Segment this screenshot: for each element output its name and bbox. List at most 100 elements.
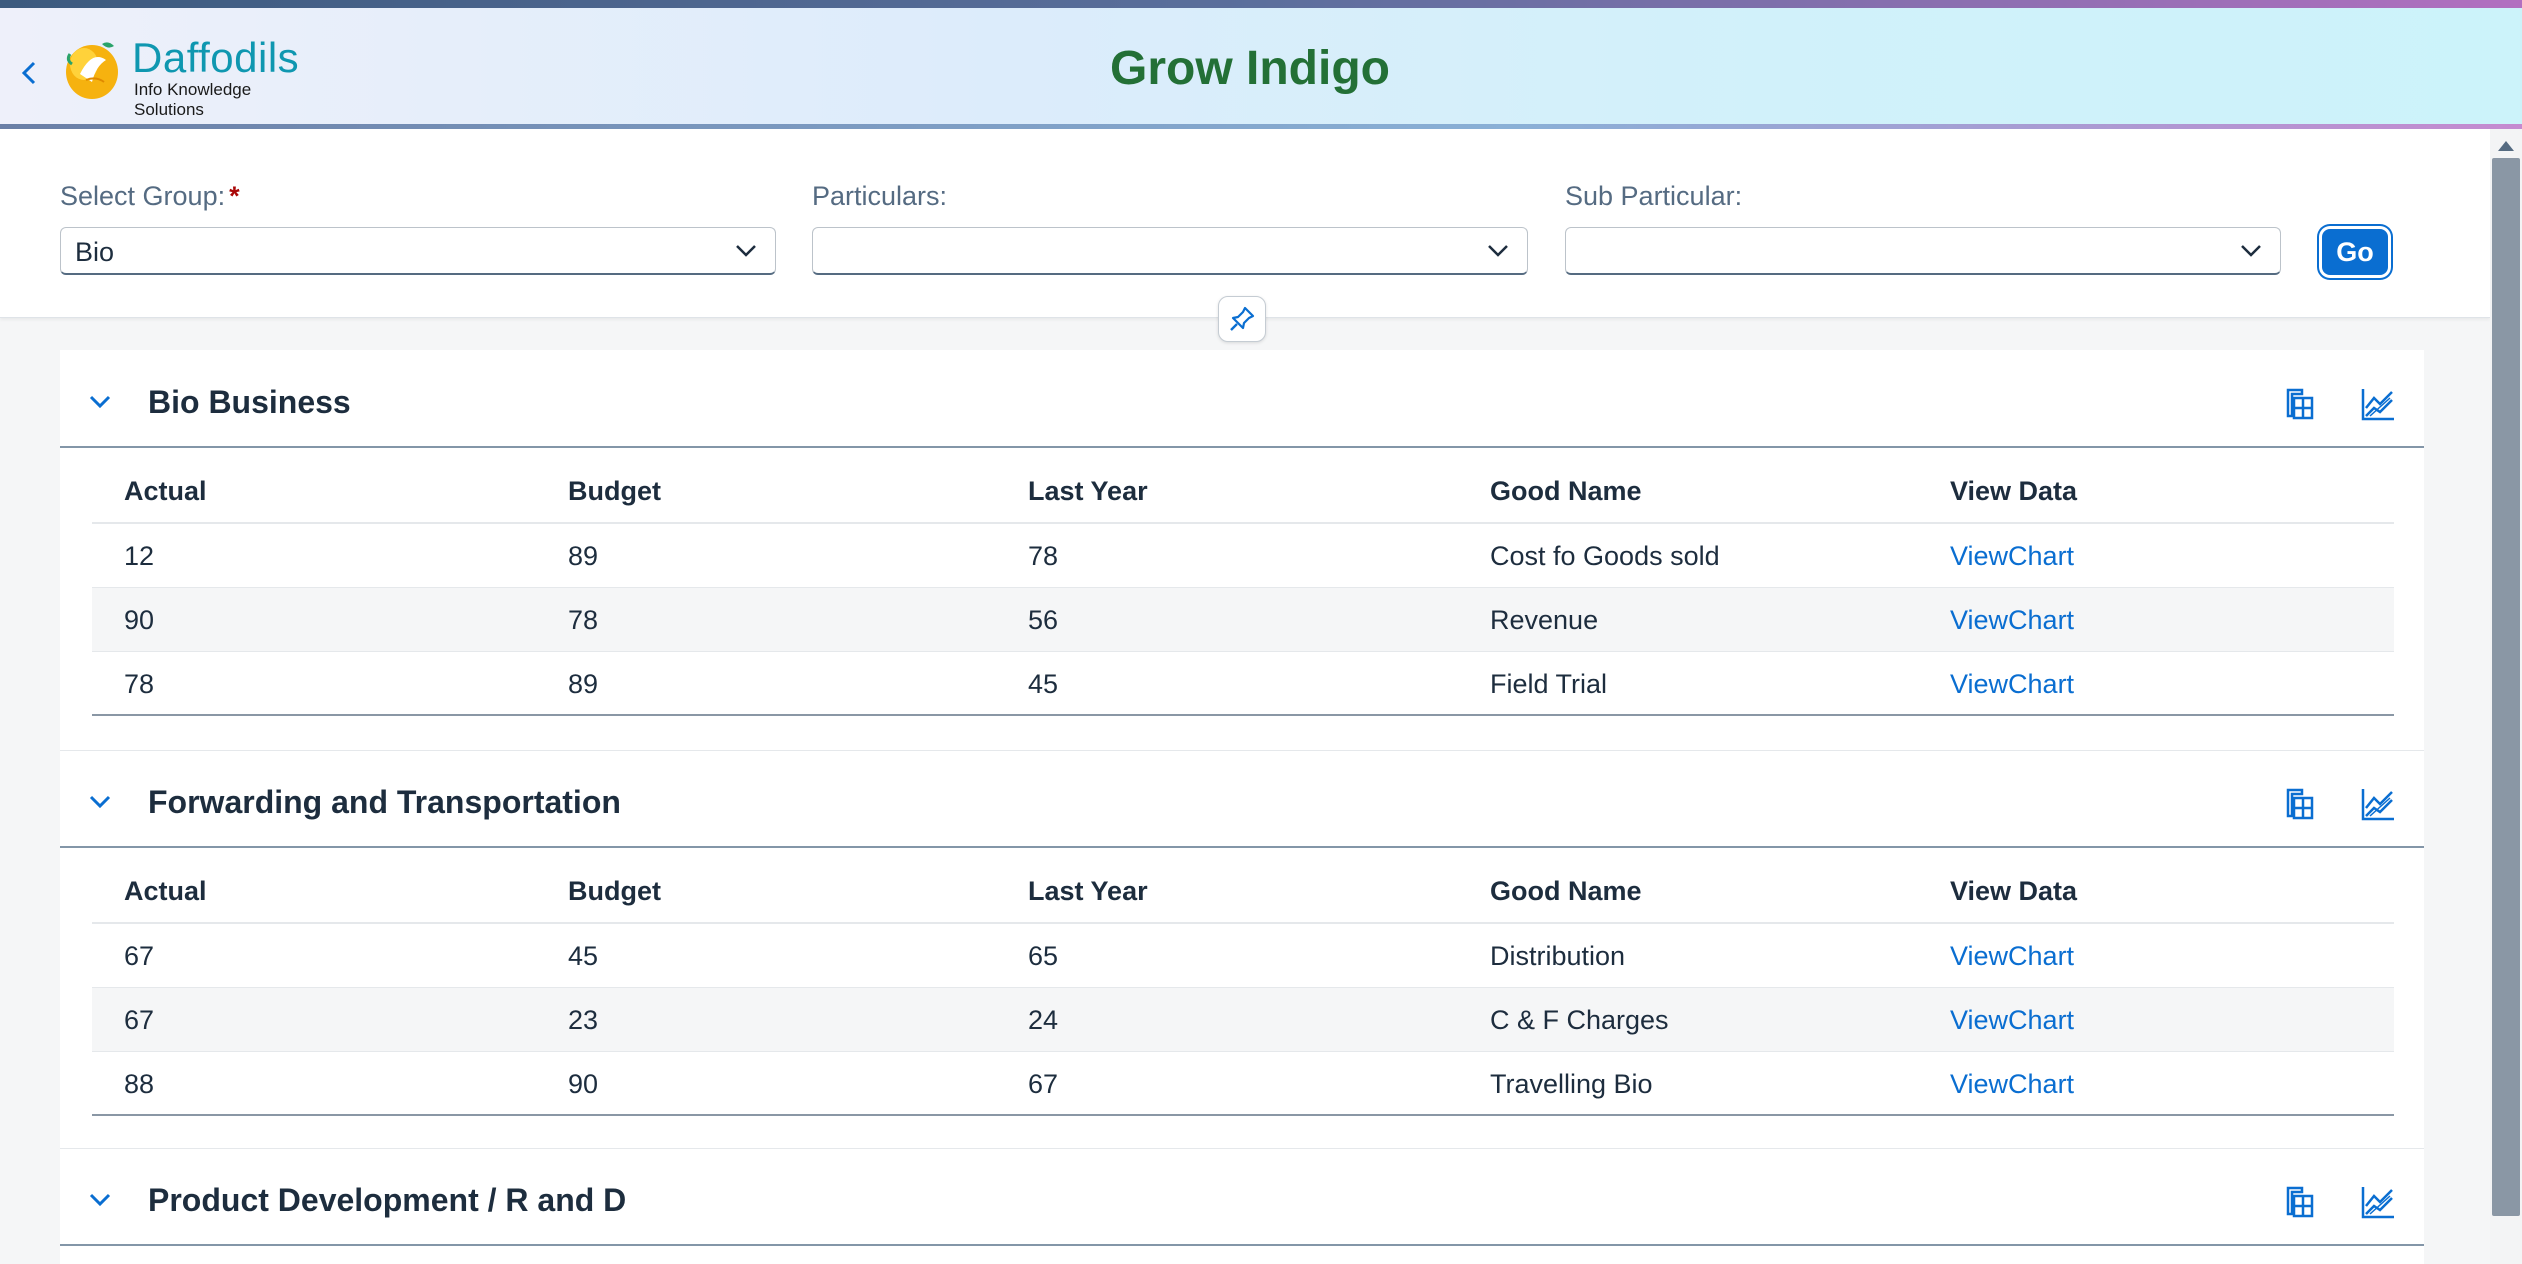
section-product-development: Product Development / R and D xyxy=(60,1148,2424,1264)
chevron-down-icon xyxy=(1488,245,1508,257)
report-content: Bio Business Actual Budget Last Year Goo… xyxy=(60,350,2424,1264)
chevron-left-icon xyxy=(21,61,36,85)
section-title: Product Development / R and D xyxy=(148,1182,627,1218)
section-forwarding-transportation: Forwarding and Transportation Actual Bud… xyxy=(60,750,2424,1150)
view-chart-link[interactable]: ViewChart xyxy=(1950,939,2074,973)
cell-good-name: Cost fo Goods sold xyxy=(1490,541,1720,571)
sub-particular-dropdown[interactable] xyxy=(1565,227,2281,275)
view-chart-link[interactable]: ViewChart xyxy=(1950,603,2074,637)
cell-last-year: 56 xyxy=(1028,605,1059,635)
column-header-budget: Budget xyxy=(568,876,661,906)
column-header-last-year: Last Year xyxy=(1028,476,1148,506)
collapse-button[interactable] xyxy=(84,386,116,418)
select-group-value: Bio xyxy=(75,237,115,267)
table-row: 90 78 56 Revenue ViewChart xyxy=(92,588,2394,652)
required-mark: * xyxy=(229,181,240,211)
table-view-icon xyxy=(2286,788,2314,820)
table-view-button[interactable] xyxy=(2278,384,2318,424)
select-group-label: Select Group: * xyxy=(60,179,240,213)
daffodil-logo-icon xyxy=(66,42,118,99)
column-header-budget: Budget xyxy=(568,476,661,506)
pin-icon xyxy=(1230,306,1255,331)
chevron-down-icon xyxy=(2241,245,2261,257)
table-view-icon xyxy=(2286,388,2314,420)
pin-header-button[interactable] xyxy=(1218,296,1266,342)
cell-actual: 67 xyxy=(124,941,155,971)
table-header-row: Actual Budget Last Year Good Name View D… xyxy=(92,848,2394,924)
go-button[interactable]: Go xyxy=(2322,229,2388,275)
particulars-label: Particulars: xyxy=(812,181,948,211)
chart-view-button[interactable] xyxy=(2358,784,2398,824)
top-accent-strip xyxy=(0,0,2522,8)
chevron-down-icon xyxy=(736,245,756,257)
sub-particular-label: Sub Particular: xyxy=(1565,181,1743,211)
chevron-down-icon xyxy=(89,1193,111,1207)
cell-budget: 78 xyxy=(568,605,599,635)
back-button[interactable] xyxy=(12,48,46,98)
section-header: Product Development / R and D xyxy=(60,1148,2424,1246)
shell-bar: Daffodils Info Knowledge Solutions Grow … xyxy=(0,8,2522,124)
cell-actual: 78 xyxy=(124,669,155,699)
cell-budget: 23 xyxy=(568,1005,599,1035)
cell-last-year: 65 xyxy=(1028,941,1059,971)
table-row: 12 89 78 Cost fo Goods sold ViewChart xyxy=(92,524,2394,588)
column-header-view-data: View Data xyxy=(1950,476,2078,506)
section-title: Bio Business xyxy=(148,384,351,420)
table-view-button[interactable] xyxy=(2278,784,2318,824)
cell-last-year: 78 xyxy=(1028,541,1059,571)
table-row: 67 45 65 Distribution ViewChart xyxy=(92,924,2394,988)
table-row: 88 90 67 Travelling Bio ViewChart xyxy=(92,1052,2394,1116)
cell-actual: 67 xyxy=(124,1005,155,1035)
cell-budget: 89 xyxy=(568,541,599,571)
column-header-view-data: View Data xyxy=(1950,876,2078,906)
cell-good-name: C & F Charges xyxy=(1490,1005,1669,1035)
chart-view-button[interactable] xyxy=(2358,1182,2398,1222)
select-group-label-text: Select Group: xyxy=(60,181,226,211)
select-group-dropdown[interactable]: Bio xyxy=(60,227,776,275)
view-chart-link[interactable]: ViewChart xyxy=(1950,1067,2074,1101)
area-chart-icon xyxy=(2361,789,2394,821)
collapse-button[interactable] xyxy=(84,1184,116,1216)
cell-last-year: 67 xyxy=(1028,1069,1059,1099)
logo-name: Daffodils xyxy=(132,34,300,81)
chevron-down-icon xyxy=(89,795,111,809)
table-view-button[interactable] xyxy=(2278,1182,2318,1222)
cell-budget: 89 xyxy=(568,669,599,699)
cell-good-name: Distribution xyxy=(1490,941,1626,971)
column-header-actual: Actual xyxy=(124,476,207,506)
cell-budget: 45 xyxy=(568,941,599,971)
cell-last-year: 45 xyxy=(1028,669,1059,699)
column-header-good-name: Good Name xyxy=(1490,476,1642,506)
view-chart-link[interactable]: ViewChart xyxy=(1950,1003,2074,1037)
section-header: Forwarding and Transportation xyxy=(60,750,2424,848)
area-chart-icon xyxy=(2361,389,2394,421)
cell-good-name: Field Trial xyxy=(1490,669,1608,699)
chart-view-button[interactable] xyxy=(2358,384,2398,424)
section-title: Forwarding and Transportation xyxy=(148,784,621,820)
app-title: Grow Indigo xyxy=(1110,42,1390,95)
cell-actual: 88 xyxy=(124,1069,155,1099)
table-view-icon xyxy=(2286,1186,2314,1218)
logo-tagline: Info Knowledge Solutions xyxy=(134,80,252,119)
collapse-button[interactable] xyxy=(84,786,116,818)
scrollbar-thumb[interactable] xyxy=(2492,158,2520,1216)
table-header-row: Actual Budget Last Year Good Name View D… xyxy=(92,448,2394,524)
chevron-down-icon xyxy=(89,395,111,409)
view-chart-link[interactable]: ViewChart xyxy=(1950,539,2074,573)
cell-actual: 90 xyxy=(124,605,155,635)
company-logo: Daffodils Info Knowledge Solutions xyxy=(62,32,322,119)
table-row: 67 23 24 C & F Charges ViewChart xyxy=(92,988,2394,1052)
area-chart-icon xyxy=(2361,1187,2394,1219)
cell-good-name: Travelling Bio xyxy=(1490,1069,1653,1099)
section-bio-business: Bio Business Actual Budget Last Year Goo… xyxy=(60,350,2424,750)
filter-bar: Select Group: * Bio Particulars: Sub Part… xyxy=(0,129,2490,318)
cell-actual: 12 xyxy=(124,541,155,571)
particulars-dropdown[interactable] xyxy=(812,227,1528,275)
cell-last-year: 24 xyxy=(1028,1005,1059,1035)
table-row: 78 89 45 Field Trial ViewChart xyxy=(92,652,2394,716)
column-header-actual: Actual xyxy=(124,876,207,906)
cell-budget: 90 xyxy=(568,1069,599,1099)
view-chart-link[interactable]: ViewChart xyxy=(1950,667,2074,701)
scroll-up-arrow-icon[interactable] xyxy=(2494,136,2518,156)
section-header: Bio Business xyxy=(60,350,2424,448)
